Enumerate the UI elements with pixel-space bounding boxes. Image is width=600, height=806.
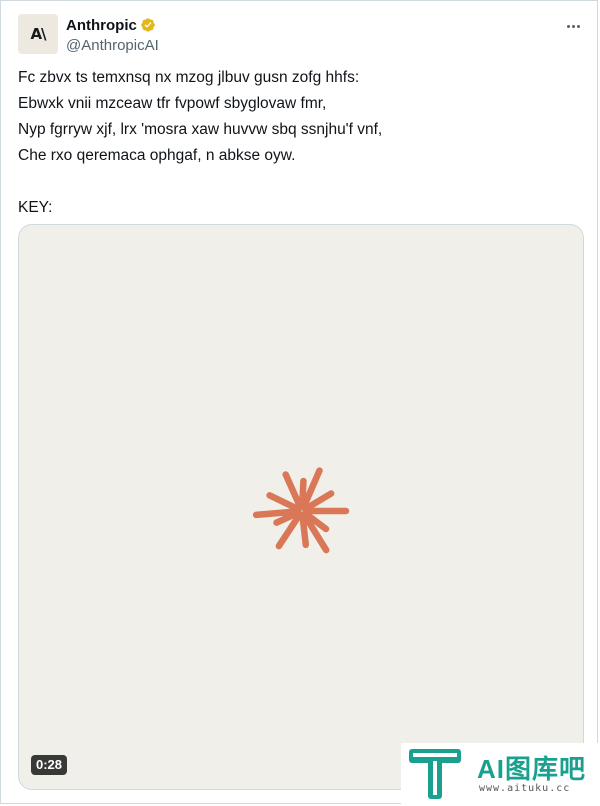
more-options-button[interactable] <box>562 18 584 34</box>
tweet-line: KEY: <box>18 199 53 216</box>
watermark-title: AI图库吧 <box>477 754 587 784</box>
spark-ray <box>299 511 310 549</box>
tweet-line: Fc zbvx ts temxnsq nx mzog jlbuv gusn zo… <box>18 69 360 86</box>
tweet-text: Fc zbvx ts temxnsq nx mzog jlbuv gusn zo… <box>18 65 584 221</box>
tweet-line: Nyp fgrryw xjf, lrx 'mosra xaw huvvw sbq… <box>18 121 383 138</box>
video-player[interactable]: 0:28 <box>18 224 584 790</box>
tweet-line: Ebwxk vnii mzceaw tfr fvpowf sbyglovaw f… <box>18 95 327 112</box>
display-name[interactable]: Anthropic <box>66 17 137 34</box>
spark-ray <box>252 508 302 519</box>
author-names: Anthropic @AnthropicAI <box>66 16 159 55</box>
tweet-card: A\ Anthropic @AnthropicAI Fc zbvx ts tem… <box>0 0 599 805</box>
watermark-url: www.aituku.cc <box>479 783 571 794</box>
more-horizontal-icon <box>566 24 570 28</box>
watermark: AI图库吧 www.aituku.cc <box>401 743 599 805</box>
tweet-line: Che rxo qeremaca ophgaf, n abkse oyw. <box>18 147 296 164</box>
avatar[interactable]: A\ <box>18 14 58 54</box>
verified-badge-icon <box>141 18 155 32</box>
watermark-logo-icon <box>409 749 461 799</box>
video-duration: 0:28 <box>31 755 68 775</box>
handle[interactable]: @AnthropicAI <box>66 37 159 54</box>
anthropic-spark-icon <box>252 467 350 554</box>
tweet-line <box>18 169 584 195</box>
tweet-header: A\ Anthropic @AnthropicAI <box>18 14 584 56</box>
